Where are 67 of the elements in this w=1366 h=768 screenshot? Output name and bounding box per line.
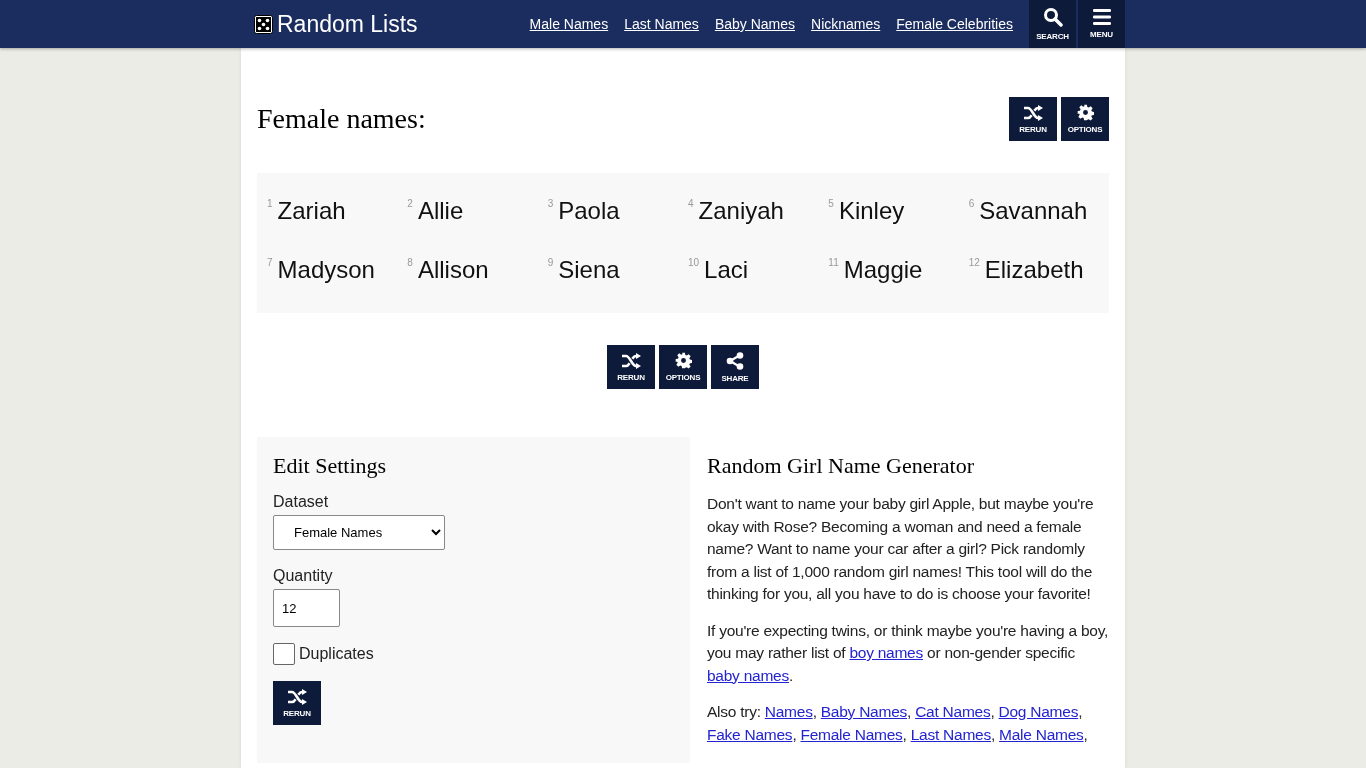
checkbox-label: Duplicates <box>299 645 374 663</box>
gear-icon <box>1076 104 1094 121</box>
item-number: 3 <box>547 197 554 211</box>
nav-link[interactable]: Nicknames <box>811 16 881 32</box>
quantity-field[interactable]: 12 <box>273 589 340 627</box>
item-number: 7 <box>267 256 273 270</box>
name-item: Laci <box>704 255 749 285</box>
item-number: 5 <box>828 197 834 211</box>
dice-icon <box>254 14 273 34</box>
dataset-dropdown[interactable]: Female Names <box>273 515 445 550</box>
item-number: 1 <box>267 197 273 211</box>
field-label: Quantity <box>273 567 334 585</box>
paragraph: Don't want to name your baby girl Apple, but maybe you're okay with Rose? Becoming a woman and need a female name? Want to name your car after a girl? Pick randomly from a list of 1,000 random girl names! This tool will do the thinking for you, all you have to do is choose your favorite! <box>707 494 1095 604</box>
item-number: 11 <box>828 256 839 270</box>
nav-link[interactable]: Female Celebrities <box>896 16 1013 32</box>
name-item: Paola <box>558 196 620 226</box>
gear-icon <box>674 352 692 369</box>
text-link[interactable]: Female Names <box>800 725 903 743</box>
name-item: Madyson <box>277 255 375 285</box>
share-button[interactable]: SHARE <box>711 345 759 389</box>
name-item: Savannah <box>979 196 1088 226</box>
text-link[interactable]: baby names <box>707 666 789 684</box>
share-icon <box>726 351 744 370</box>
name-item: Maggie <box>843 255 923 285</box>
name-item: Allie <box>417 196 464 226</box>
search-icon <box>1042 7 1063 27</box>
rerun-button[interactable]: RERUN <box>273 681 321 725</box>
item-number: 10 <box>688 256 700 270</box>
item-number: 2 <box>407 197 413 211</box>
nav-link[interactable]: Baby Names <box>714 16 796 32</box>
field-label: Dataset <box>273 493 330 511</box>
rerun-button[interactable]: RERUN <box>1009 97 1057 141</box>
text-link[interactable]: Cat Names <box>915 703 991 720</box>
text-link[interactable]: Last Names <box>910 725 991 743</box>
search-button[interactable]: SEARCH <box>1029 0 1076 48</box>
options-button[interactable]: OPTIONS <box>659 345 707 389</box>
paragraph: Also try: Names, Baby Names, Cat Names, Dog Names, Fake Names, Female Names, Last Names, Male Names, <box>707 702 1089 745</box>
shuffle-icon <box>621 352 641 369</box>
shuffle-icon <box>287 688 307 705</box>
menu-button[interactable]: MENU <box>1078 0 1125 48</box>
duplicates-checkbox[interactable] <box>273 643 295 665</box>
shuffle-icon <box>1023 104 1043 121</box>
text-link[interactable]: Male Names <box>999 725 1084 743</box>
name-item: Zaniyah <box>698 196 784 226</box>
text-link[interactable]: Names <box>764 703 813 720</box>
item-number: 6 <box>968 197 975 211</box>
nav-link[interactable]: Last Names <box>624 16 699 32</box>
name-item: Siena <box>558 255 620 285</box>
text-link[interactable]: Fake Names <box>707 725 793 743</box>
rerun-button[interactable]: RERUN <box>607 345 655 389</box>
menu-icon <box>1092 9 1111 25</box>
nav-link[interactable]: Male Names <box>529 16 609 32</box>
options-button[interactable]: OPTIONS <box>1061 97 1109 141</box>
paragraph: If you're expecting twins, or think maybe you're having a boy, you may rather list of boy names or non-gender specific baby names. <box>707 620 1109 686</box>
item-number: 9 <box>547 256 554 270</box>
text-link[interactable]: boy names <box>849 644 923 661</box>
settings-heading: Edit Settings <box>273 453 388 479</box>
name-item: Allison <box>417 255 489 285</box>
item-number: 4 <box>688 197 694 211</box>
page-title: Female names: <box>257 103 426 135</box>
name-item: Zariah <box>277 196 346 226</box>
item-number: 12 <box>968 256 980 270</box>
article-heading: Random Girl Name Generator <box>707 453 975 479</box>
name-item: Elizabeth <box>984 255 1084 285</box>
item-number: 8 <box>407 256 413 270</box>
text-link[interactable]: Baby Names <box>820 703 907 720</box>
name-item: Kinley <box>838 196 905 226</box>
